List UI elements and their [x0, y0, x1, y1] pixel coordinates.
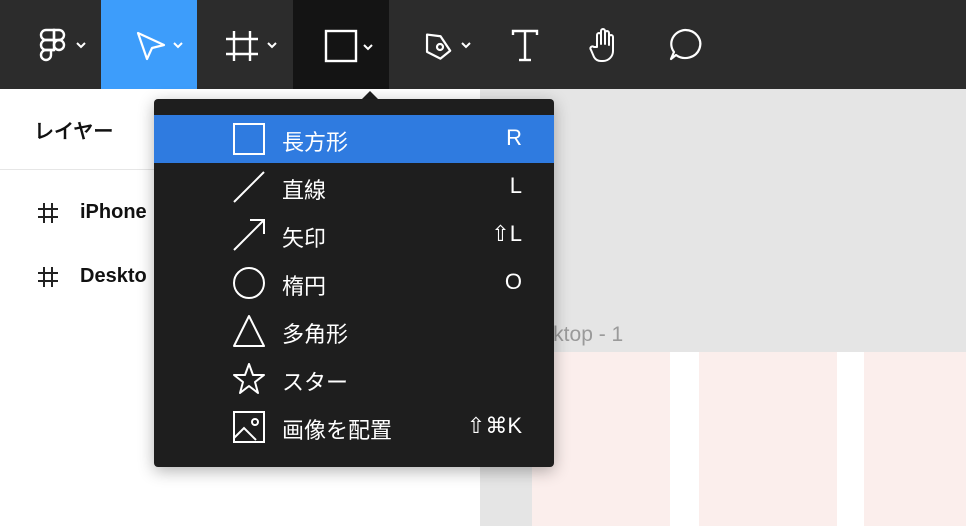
menu-item-label: 画像を配置: [282, 418, 393, 443]
menu-item-shortcut: ⇧⌘K: [466, 413, 522, 438]
star-icon: [233, 363, 265, 394]
hand-tool-button[interactable]: [565, 0, 645, 89]
image-icon: [233, 411, 265, 443]
menu-item-label: 長方形: [282, 130, 349, 155]
layout-grid-column: [699, 352, 837, 526]
menu-item-rectangle[interactable]: 長方形 R: [154, 115, 554, 163]
figma-menu-button[interactable]: [0, 0, 101, 89]
figma-logo-icon: [39, 28, 86, 61]
chevron-down-icon: [173, 41, 183, 48]
comment-bubble-icon: [669, 28, 702, 60]
text-t-icon: [511, 29, 539, 61]
frame-tool-button[interactable]: [197, 0, 293, 89]
frame-hash-icon: [38, 267, 58, 287]
layer-name: Deskto: [80, 265, 147, 287]
menu-item-ellipse[interactable]: 楕円 O: [154, 259, 554, 307]
frame-hash-icon: [38, 203, 58, 223]
text-tool-button[interactable]: [485, 0, 565, 89]
menu-item-place-image[interactable]: 画像を配置 ⇧⌘K: [154, 403, 554, 451]
layers-panel-title: レイヤー: [34, 121, 114, 143]
menu-item-shortcut: L: [509, 173, 522, 198]
menu-item-label: 多角形: [282, 322, 349, 347]
layout-grid-column: [864, 352, 966, 526]
menu-item-shortcut: R: [506, 125, 522, 150]
menu-item-label: スター: [282, 370, 349, 395]
menu-item-line[interactable]: 直線 L: [154, 163, 554, 211]
pen-tool-button[interactable]: [389, 0, 485, 89]
menu-item-label: 直線: [282, 178, 327, 203]
shape-tool-button[interactable]: [293, 0, 389, 89]
chevron-down-icon: [267, 41, 277, 48]
chevron-down-icon: [363, 43, 373, 50]
menu-item-arrow[interactable]: 矢印 ⇧L: [154, 211, 554, 259]
polygon-icon: [233, 315, 265, 347]
comment-tool-button[interactable]: [645, 0, 725, 89]
rectangle-icon: [233, 123, 265, 155]
hand-icon: [589, 27, 614, 62]
menu-item-shortcut: ⇧L: [491, 221, 522, 246]
chevron-down-icon: [75, 41, 86, 48]
toolbar: [0, 0, 966, 89]
frame-grid-icon: [226, 30, 277, 61]
layer-name: iPhone: [80, 201, 147, 223]
menu-item-star[interactable]: スター: [154, 355, 554, 403]
menu-item-label: 矢印: [282, 226, 327, 251]
menu-item-label: 楕円: [282, 274, 327, 299]
pen-icon: [425, 32, 471, 60]
menu-item-polygon[interactable]: 多角形: [154, 307, 554, 355]
ellipse-icon: [233, 267, 265, 299]
menu-item-shortcut: O: [504, 269, 522, 294]
menu-pointer: [362, 91, 378, 99]
arrow-icon: [233, 219, 265, 251]
move-tool-button[interactable]: [101, 0, 197, 89]
rectangle-icon: [324, 29, 373, 62]
chevron-down-icon: [461, 41, 471, 48]
cursor-arrow-icon: [136, 31, 183, 60]
line-icon: [233, 171, 265, 203]
